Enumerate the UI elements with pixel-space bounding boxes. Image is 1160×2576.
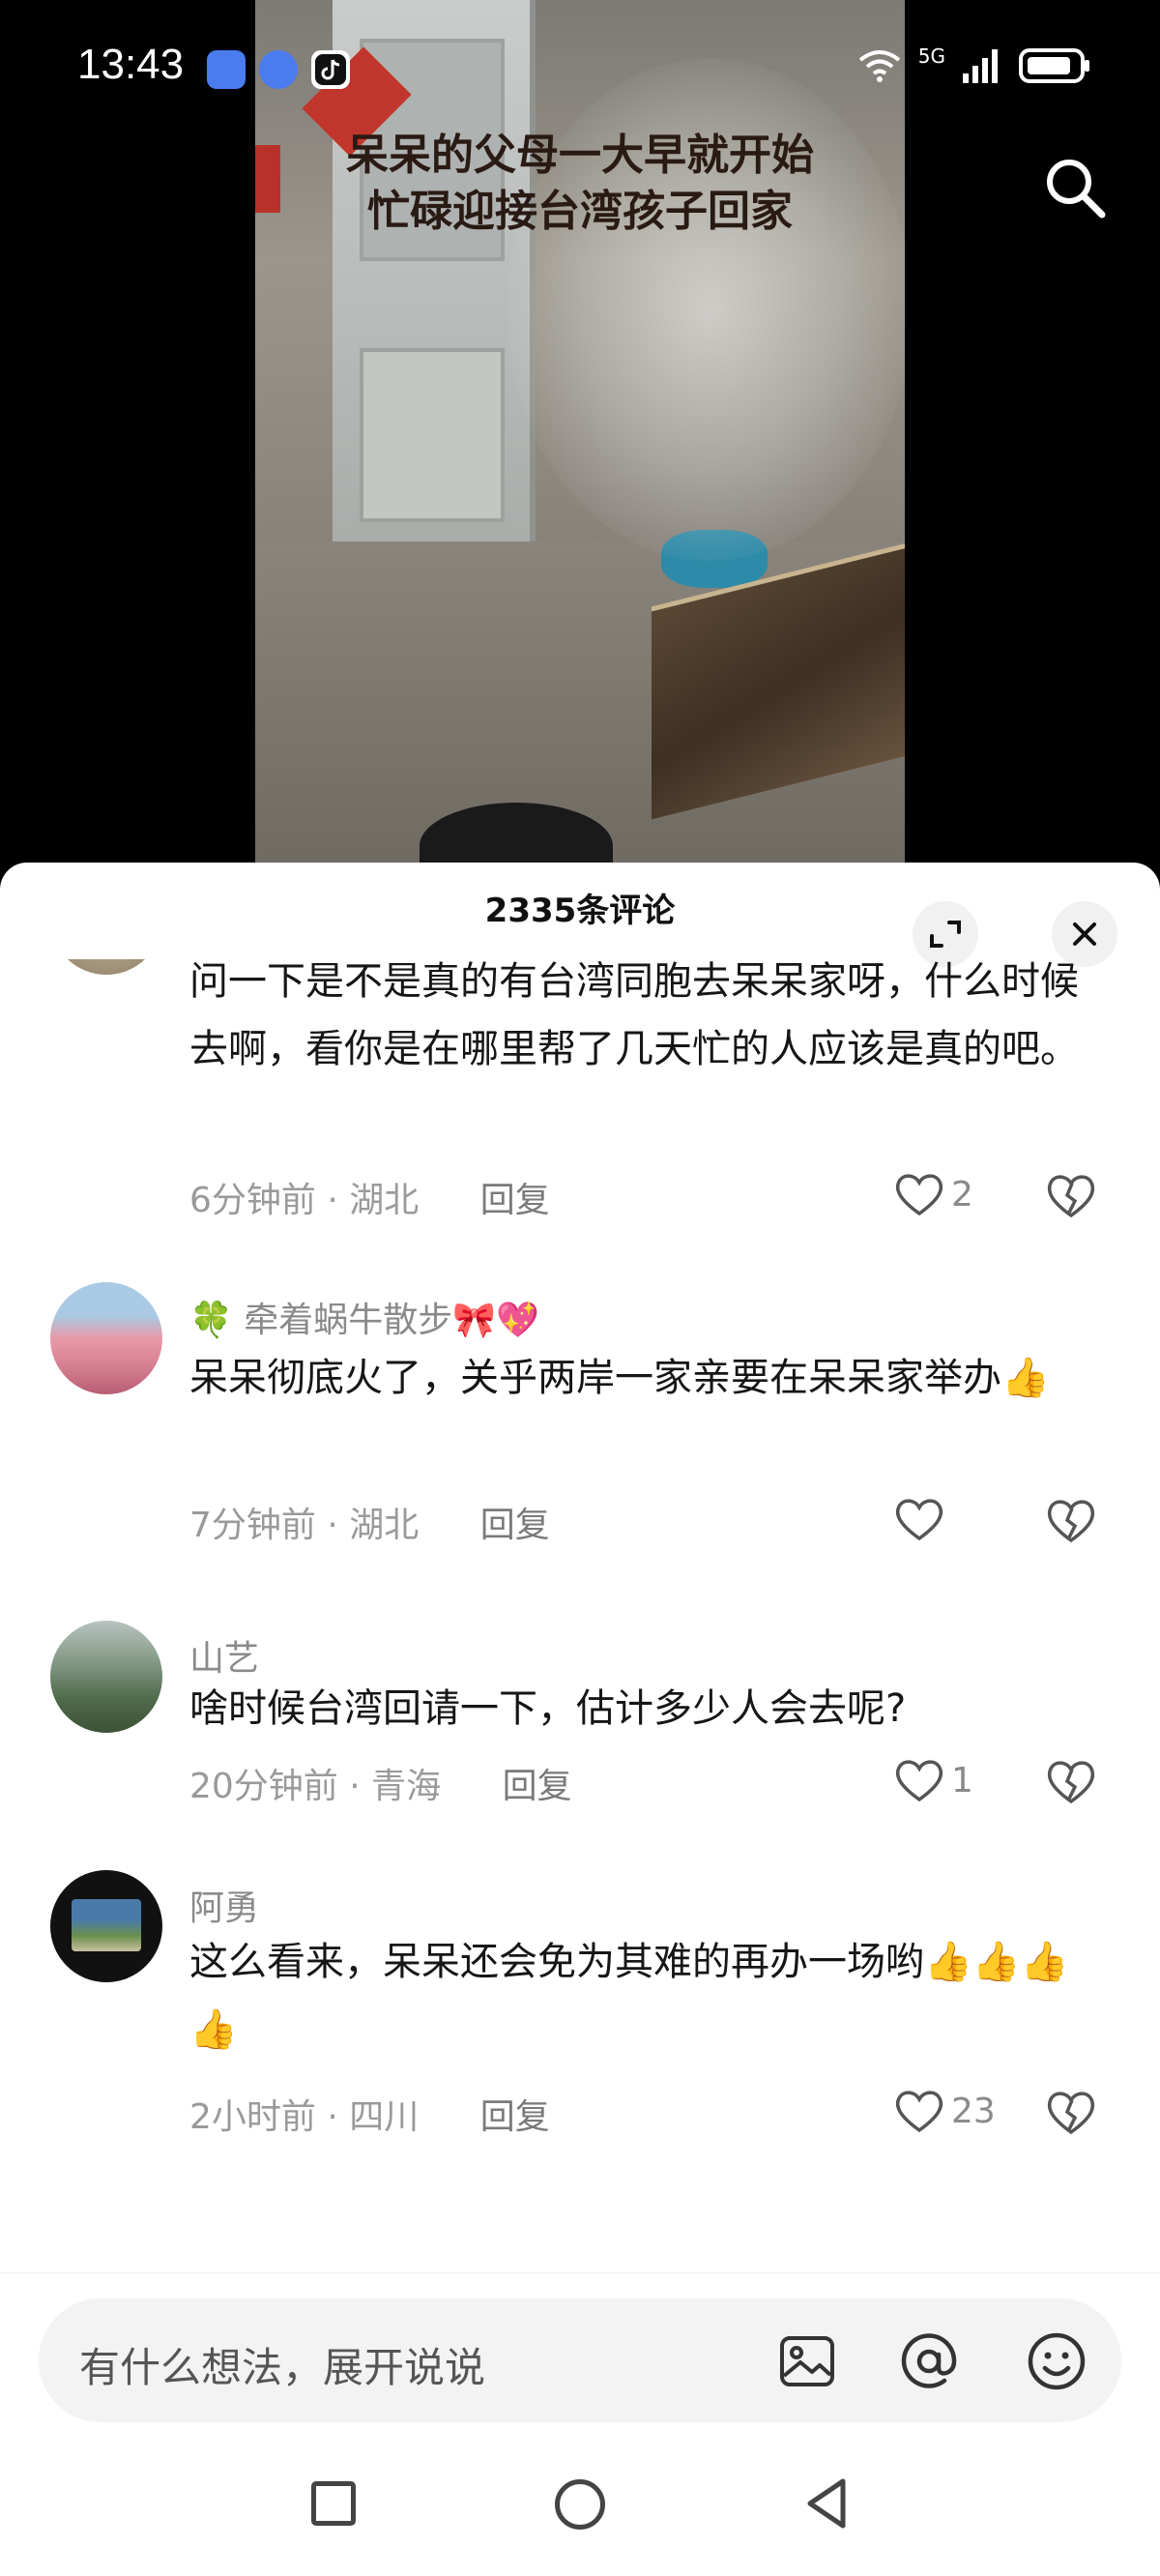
like-count: 1 (951, 1760, 973, 1800)
comment-input-box[interactable]: 有什么想法，展开说说 (39, 2298, 1121, 2422)
recent-apps-button[interactable] (311, 2481, 356, 2526)
emoji-icon[interactable] (1025, 2329, 1088, 2393)
expand-icon (930, 921, 961, 948)
comment-location: 青海 (371, 1767, 442, 1806)
meta-separator: · (327, 2097, 350, 2137)
user-avatar[interactable] (50, 959, 162, 975)
system-nav-bar (0, 2437, 1160, 2576)
comment-text: 呆呆彻底火了，关乎两岸一家亲要在呆呆家举办👍 (189, 1356, 1050, 1400)
comment-time: 2小时前 (189, 2097, 316, 2137)
signal-icon (963, 49, 998, 83)
like-button[interactable]: 2 (893, 1170, 973, 1218)
door-panel (360, 348, 505, 522)
comment-text: 问一下是不是真的有台湾同胞去呆呆家呀，什么时候去啊，看你是在哪里帮了几天忙的人应… (189, 959, 1079, 1071)
comment-meta: 20分钟前 · 青海 回复 (189, 1758, 572, 1808)
comment-meta: 7分钟前 · 湖北 回复 (189, 1497, 550, 1547)
back-button[interactable] (802, 2475, 851, 2532)
meta-separator: · (349, 1767, 372, 1806)
comment-meta: 2小时前 · 四川 回复 (189, 2089, 550, 2139)
user-avatar[interactable] (50, 1282, 162, 1394)
comments-list[interactable]: 问一下是不是真的有台湾同胞去呆呆家呀，什么时候去啊，看你是在哪里帮了几天忙的人应… (0, 959, 1160, 2168)
user-avatar[interactable] (50, 1621, 162, 1733)
tiktok-notification-icon (311, 50, 350, 89)
comment-location: 湖北 (349, 1506, 420, 1545)
comment-text: 啥时候台湾回请一下，估计多少人会去呢? (189, 1686, 907, 1731)
heart-icon (895, 1760, 943, 1802)
like-button[interactable]: 23 (893, 2087, 996, 2135)
dislike-icon[interactable] (1044, 2087, 1098, 2137)
heart-icon (895, 1174, 943, 1216)
battery-icon (1019, 48, 1089, 83)
status-bar: 13:43 5G (0, 0, 1160, 126)
app-notification-icon (259, 50, 298, 89)
comment-location: 四川 (349, 2097, 420, 2137)
comment-time: 6分钟前 (189, 1181, 316, 1220)
search-icon[interactable] (1040, 153, 1110, 222)
comment-text: 这么看来，呆呆还会免为其难的再办一场哟👍👍👍👍 (189, 1940, 1069, 2052)
like-button[interactable]: 1 (893, 1756, 973, 1804)
image-icon[interactable] (775, 2329, 839, 2393)
comment-meta: 6分钟前 · 湖北 回复 (189, 1172, 550, 1222)
user-avatar[interactable] (50, 1870, 162, 1982)
dislike-icon[interactable] (1044, 1495, 1098, 1545)
comments-sheet: 2335条评论 问一下是不是真的有台湾同胞去呆呆家呀，什么时候去啊，看你是在哪里… (0, 863, 1160, 2576)
comment-username[interactable]: 山艺 (189, 1630, 259, 1681)
heart-icon (895, 1499, 943, 1541)
status-time: 13:43 (77, 41, 185, 88)
app-notification-icon (207, 50, 246, 89)
comment-input-bar: 有什么想法，展开说说 (0, 2272, 1160, 2437)
comments-count-title: 2335条评论 (484, 892, 676, 930)
comment-location: 湖北 (349, 1181, 420, 1220)
video-caption: 呆呆的父母一大早就开始 忙碌迎接台湾孩子回家 (346, 131, 814, 236)
close-button[interactable] (1052, 901, 1117, 967)
meta-separator: · (327, 1506, 350, 1545)
like-count: 23 (951, 2091, 996, 2131)
dislike-icon[interactable] (1044, 1756, 1098, 1806)
meta-separator: · (327, 1181, 350, 1220)
status-icons: 5G (856, 44, 1092, 85)
expand-button[interactable] (913, 901, 978, 967)
wifi-icon (858, 50, 901, 82)
like-button[interactable] (893, 1495, 951, 1543)
close-icon (1073, 922, 1096, 946)
reply-button[interactable]: 回复 (503, 1767, 572, 1806)
reply-button[interactable]: 回复 (480, 2097, 550, 2137)
dislike-icon[interactable] (1044, 1170, 1098, 1220)
reply-button[interactable]: 回复 (480, 1506, 550, 1545)
video-player[interactable]: 呆呆的父母一大早就开始 忙碌迎接台湾孩子回家 (0, 0, 1160, 870)
comment-time: 20分钟前 (189, 1767, 338, 1806)
home-button[interactable] (555, 2479, 605, 2530)
at-icon[interactable] (897, 2329, 961, 2393)
comment-username[interactable]: 🍀 牵着蜗牛散步🎀💖 (189, 1292, 539, 1342)
avatar-picture (72, 1899, 141, 1951)
comment-username[interactable]: 阿勇 (189, 1880, 259, 1930)
reply-button[interactable]: 回复 (480, 1181, 550, 1220)
comment-time: 7分钟前 (189, 1506, 316, 1545)
comment-input[interactable]: 有什么想法，展开说说 (79, 2335, 756, 2394)
network-label: 5G (917, 44, 945, 68)
like-count: 2 (951, 1174, 973, 1215)
heart-icon (895, 2091, 943, 2133)
